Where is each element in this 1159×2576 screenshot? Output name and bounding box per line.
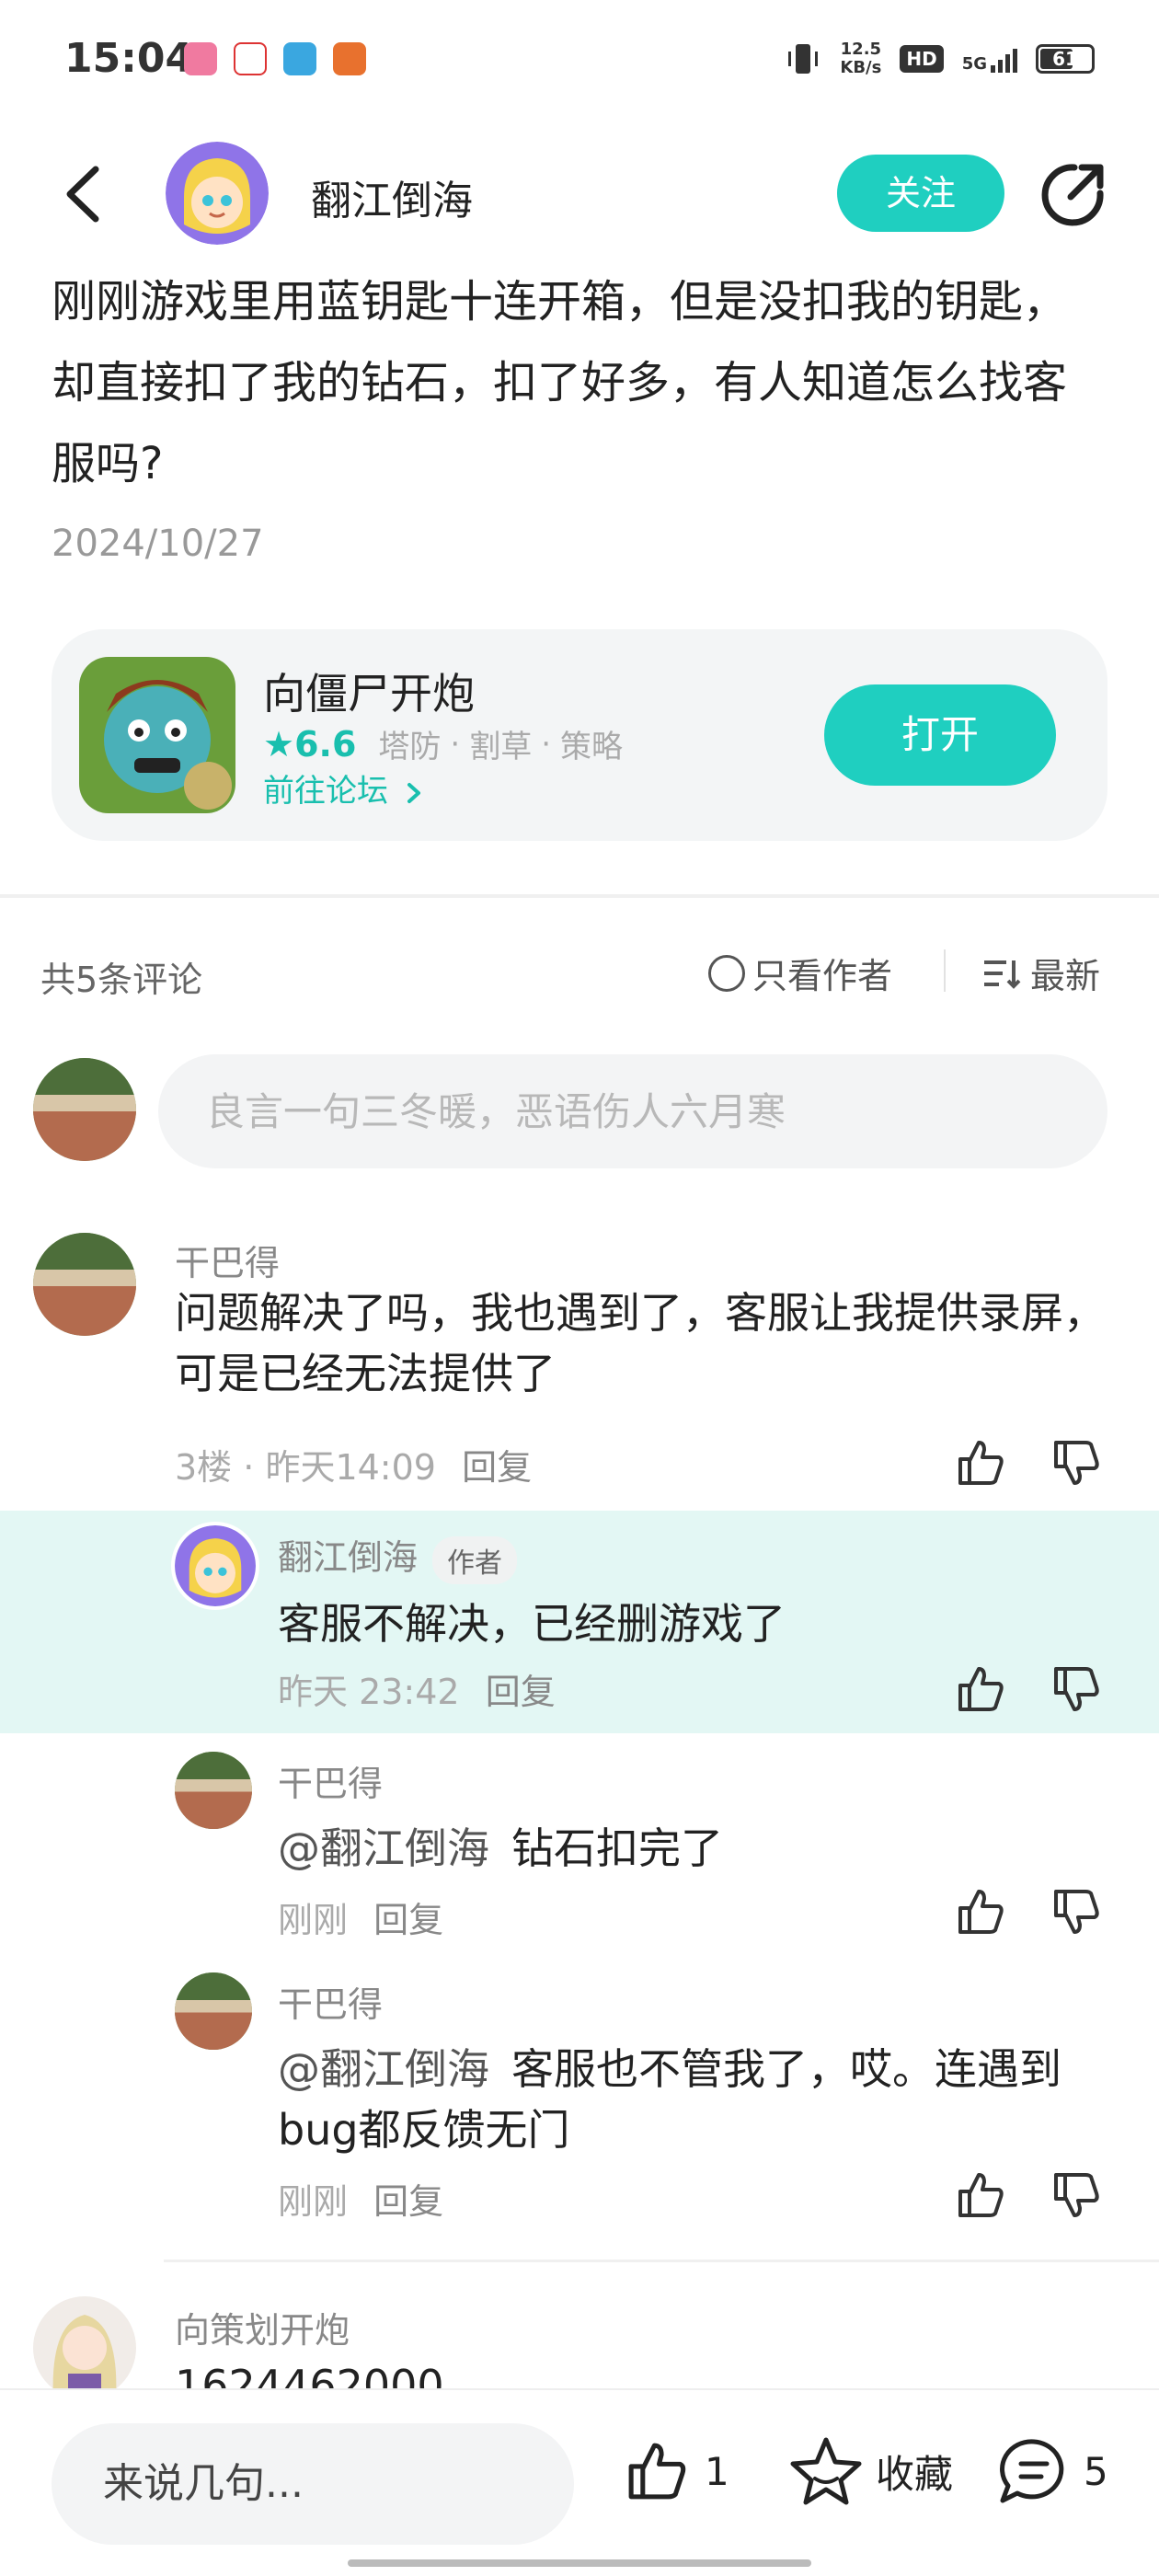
bottom-comment-input[interactable]: 来说几句... [52,2423,574,2545]
comment-item: 向策划开炮 1624462000 [0,2291,1159,2388]
commenter-avatar[interactable] [175,1752,252,1829]
mention-link[interactable]: @翻江倒海 [278,1823,489,1873]
bottom-bar: 来说几句... 1 收藏 5 [0,2388,1159,2576]
vibrate-icon [788,44,819,74]
post-date: 2024/10/27 [52,523,264,565]
like-count: 1 [705,2448,729,2494]
signal-icon [991,45,1017,73]
sort-button[interactable]: 最新 [981,948,1100,998]
comment-meta: 刚刚 回复 [278,1892,443,1942]
comment-count-button[interactable]: 5 [997,2436,1108,2506]
comment-meta: 刚刚 回复 [278,2173,443,2224]
commenter-avatar[interactable] [33,1233,136,1336]
commenter-avatar[interactable] [171,1522,259,1610]
comment-text: @翻江倒海 钻石扣完了 [278,1823,723,1873]
reply-button[interactable]: 回复 [373,2181,443,2222]
commenter-name[interactable]: 干巴得 [175,1235,280,1285]
sort-icon [984,960,1021,989]
reply-divider [164,2260,1159,2262]
open-game-button[interactable]: 打开 [824,684,1056,786]
battery-level: 61 [1052,48,1078,70]
notification-icons [184,42,366,75]
network-speed: 12.5 KB/s [840,40,882,77]
comment-meta: 3楼 · 昨天14:09 回复 [175,1447,533,1488]
reply-button[interactable]: 回复 [462,1447,532,1488]
bilibili-notification-icon [184,42,217,75]
dislike-icon[interactable] [1049,1662,1104,1717]
comment-text: 1624462000 [175,2361,444,2388]
comment-input[interactable] [158,1054,1107,1168]
network-type: 5G [961,54,987,74]
telegram-notification-icon [283,42,316,75]
game-rating: ★6.6 [263,723,357,765]
comment-text: @翻江倒海 客服也不管我了，哎。连遇到bug都反馈无门 [278,2044,1061,2155]
comment-time: 昨天 23:42 [278,1672,460,1712]
commenter-name[interactable]: 干巴得 [278,1755,383,1806]
status-bar: 15:04 12.5 KB/s HD 5G 61 [0,0,1159,125]
section-divider [0,894,1159,898]
share-icon[interactable] [1038,160,1107,230]
game-tag: 割草 [469,729,533,765]
radio-circle-icon [708,954,745,992]
comment-count: 5 [1084,2448,1108,2494]
commenter-avatar[interactable] [33,2296,136,2388]
like-icon[interactable] [953,1662,1008,1717]
game-tag: 策略 [560,729,624,765]
like-icon[interactable] [953,1435,1008,1490]
follow-button[interactable]: 关注 [837,155,1004,232]
post-text: 刚刚游戏里用蓝钥匙十连开箱，但是没扣我的钥匙，却直接扣了我的钻石，扣了好多，有人… [52,276,1068,489]
filter-separator [944,949,946,992]
mention-link[interactable]: @翻江倒海 [278,2044,489,2094]
comment-time: 刚刚 [278,2181,349,2222]
tag-separator: · [450,725,461,763]
comment-text: 问题解决了吗，我也遇到了，客服让我提供录屏，可是已经无法提供了 [175,1288,1106,1398]
hd-icon: HD [900,45,944,73]
author-badge: 作者 [432,1535,518,1584]
star-icon [790,2437,862,2505]
game-tag: 塔防 [378,729,442,765]
game-notification-icon [333,42,366,75]
game-name[interactable]: 向僵尸开炮 [263,661,475,721]
game-icon[interactable] [79,657,235,813]
chevron-right-icon [407,782,420,803]
dislike-icon[interactable] [1049,1884,1104,1939]
commenter-avatar[interactable] [175,1972,252,2050]
thumbs-up-icon [628,2443,686,2500]
like-post-button[interactable]: 1 [622,2436,729,2506]
author-only-toggle[interactable]: 只看作者 [708,948,892,998]
home-indicator[interactable] [348,2559,811,2567]
comment-meta: 昨天 23:42 回复 [278,1663,556,1714]
status-time: 15:04 [64,35,194,82]
dislike-icon[interactable] [1049,2168,1104,2223]
comment-text: 客服不解决，已经删游戏了 [278,1599,786,1649]
post-header: 翻江倒海 关注 [0,138,1159,248]
comment-bubble-icon [1000,2439,1064,2503]
comments-count: 共5条评论 [40,960,203,1000]
battery-icon: 61 [1036,44,1095,74]
commenter-name: 翻江倒海 作者 [278,1529,518,1584]
comment-floor: 3楼 [175,1447,233,1488]
collect-button[interactable]: 收藏 [789,2436,953,2506]
forum-link[interactable]: 前往论坛 [263,765,424,811]
my-avatar [33,1058,136,1161]
comment-time: 刚刚 [278,1900,349,1940]
collect-label: 收藏 [876,2451,954,2497]
like-icon[interactable] [953,2168,1008,2223]
game-card[interactable]: 向僵尸开炮 ★6.6 塔防 · 割草 · 策略 前往论坛 打开 [52,629,1107,841]
reply-button[interactable]: 回复 [373,1900,443,1940]
author-avatar[interactable] [166,142,269,245]
back-icon[interactable] [55,162,110,226]
reply-button[interactable]: 回复 [486,1672,556,1712]
news-notification-icon [234,42,267,75]
commenter-name[interactable]: 干巴得 [278,1976,383,2027]
game-meta: ★6.6 塔防 · 割草 · 策略 [263,721,623,766]
comment-time: 昨天14:09 [265,1447,436,1488]
tag-separator: · [541,725,552,763]
dislike-icon[interactable] [1049,1435,1104,1490]
like-icon[interactable] [953,1884,1008,1939]
commenter-name[interactable]: 向策划开炮 [175,2302,350,2352]
status-indicators: 12.5 KB/s HD 5G 61 [785,40,1095,77]
author-name[interactable]: 翻江倒海 [311,167,473,226]
